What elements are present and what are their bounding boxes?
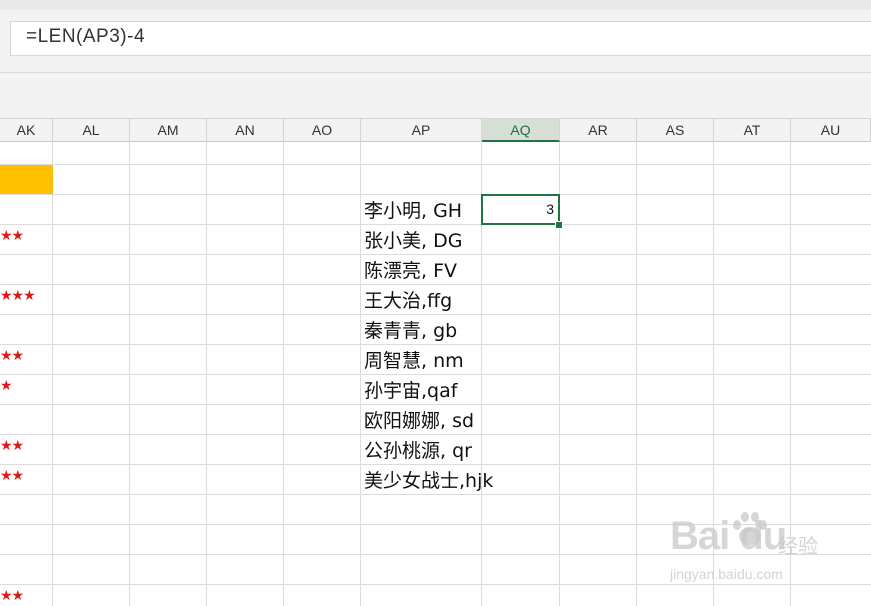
star-rating-cell[interactable]: ★★ [0,221,24,251]
column-header-aq[interactable]: AQ [482,119,560,142]
column-gridline [283,142,284,606]
column-gridline [636,142,637,606]
cell-name[interactable]: 陈漂亮, FV [364,256,457,286]
star-rating-cell[interactable]: ★ [0,371,13,401]
star-rating-cell[interactable]: ★★ [0,461,24,491]
column-header-as[interactable]: AS [637,119,714,142]
column-gridline [206,142,207,606]
column-header-ao[interactable]: AO [284,119,361,142]
active-cell-value: 3 [546,201,554,217]
column-header-ar[interactable]: AR [560,119,637,142]
fill-handle[interactable] [555,221,563,229]
column-gridline [360,142,361,606]
cell-name[interactable]: 王大治,ffg [364,286,452,316]
watermark-label: 经验 [778,534,818,558]
column-header-au[interactable]: AU [791,119,871,142]
cell-name[interactable]: 美少女战士,hjk [364,466,493,496]
column-header-an[interactable]: AN [207,119,284,142]
cell-name[interactable]: 欧阳娜娜, sd [364,406,474,436]
row-gridline [0,164,871,165]
highlighted-cell[interactable] [0,165,53,194]
formula-text: =LEN(AP3)-4 [26,26,146,47]
active-cell[interactable]: 3 [481,194,560,225]
column-gridline [52,142,53,606]
row-gridline [0,194,871,195]
watermark: Bai du 经验 jingyan.baidu.com [668,508,858,600]
cell-name[interactable]: 周智慧, nm [364,346,464,376]
watermark-url: jingyan.baidu.com [670,566,783,582]
column-header-ak[interactable]: AK [0,119,53,142]
cell-name[interactable]: 孙宇宙,qaf [364,376,457,406]
star-rating-cell[interactable]: ★★ [0,431,24,461]
star-rating-cell[interactable]: ★★ [0,581,24,606]
cell-name[interactable]: 李小明, GH [364,196,462,226]
column-header-at[interactable]: AT [714,119,791,142]
column-header-row: AK AL AM AN AO AP AQ AR AS AT AU [0,118,871,142]
paw-icon [733,512,767,545]
cell-name[interactable]: 公孙桃源, qr [364,436,472,466]
formula-bar: =LEN(AP3)-4 [0,10,871,72]
column-gridline [129,142,130,606]
cell-name[interactable]: 秦青青, gb [364,316,457,346]
column-header-ap[interactable]: AP [361,119,482,142]
column-header-am[interactable]: AM [130,119,207,142]
toolbar-area [0,72,871,118]
star-rating-cell[interactable]: ★★ [0,341,24,371]
formula-input[interactable]: =LEN(AP3)-4 [10,21,871,56]
cell-name[interactable]: 张小美, DG [364,226,462,256]
column-header-al[interactable]: AL [53,119,130,142]
star-rating-cell[interactable]: ★★★ [0,281,36,311]
